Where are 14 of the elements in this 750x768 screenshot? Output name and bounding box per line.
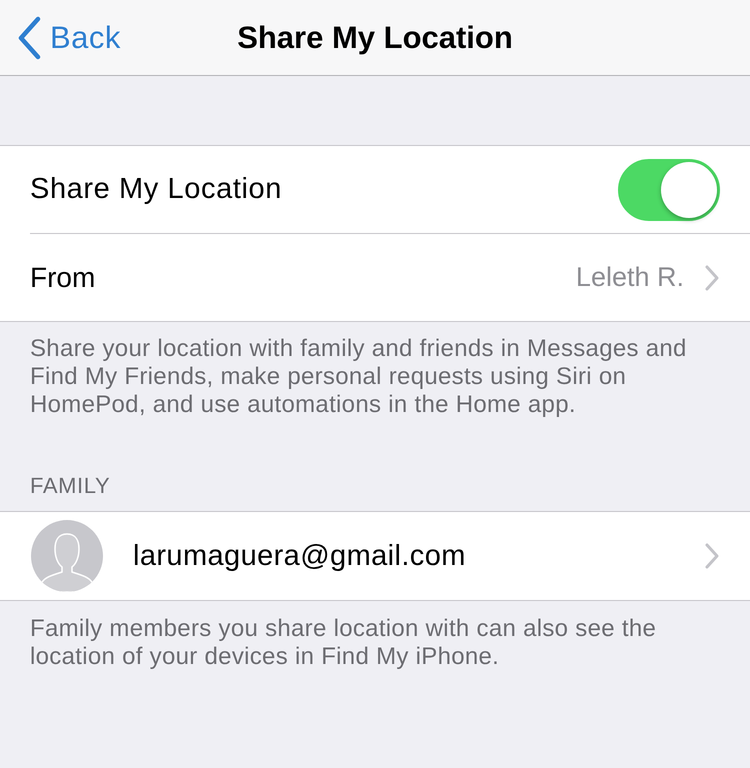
- toggle-switch[interactable]: [618, 158, 720, 220]
- section-header: FAMILY: [29, 472, 112, 500]
- row-label: From: [30, 262, 96, 294]
- navigation-title: Share My Location: [237, 20, 513, 56]
- row-label: Share My Location: [30, 173, 283, 206]
- back-chevron-icon: [16, 16, 42, 60]
- member-email: larumaguera@gmail.com: [133, 540, 467, 572]
- row-value: Leleth R.: [576, 262, 684, 293]
- footer-note: Share your location with family and friends in Messages and Find My Friends, make personal requests using Siri on HomePod, and use automations in the Home app.: [29, 334, 688, 420]
- chevron-icon: [704, 264, 720, 292]
- avatar-icon: [31, 520, 103, 592]
- footer-note: Family members you share location with can also see the location of your devices in Find My iPhone.: [29, 614, 658, 672]
- chevron-icon: [704, 542, 720, 570]
- back-button[interactable]: Back: [0, 16, 125, 60]
